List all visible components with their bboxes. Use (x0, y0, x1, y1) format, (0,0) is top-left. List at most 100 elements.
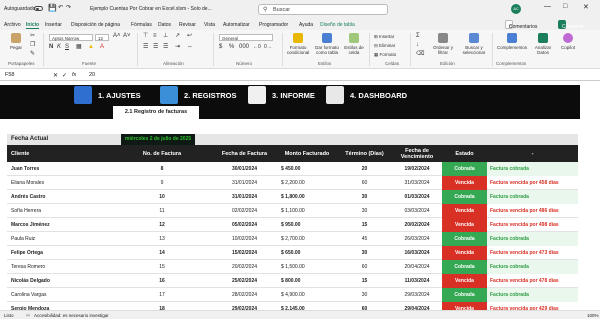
comma-icon[interactable]: 000 (239, 44, 249, 50)
cell-detalle[interactable]: Factura cobrada (487, 260, 578, 274)
cell-cliente[interactable]: Andrés Castro (7, 190, 112, 204)
tab-programador[interactable]: Programador (259, 22, 288, 28)
cell-termino[interactable]: 30 (337, 246, 392, 260)
minimize-icon[interactable]: — (544, 3, 551, 10)
cell-detalle[interactable]: Factura vencida por 458 días (487, 176, 578, 190)
autosave-toggle[interactable] (34, 6, 43, 11)
formula-input[interactable]: 20 (89, 72, 95, 78)
cell-cliente[interactable]: Juan Torres (7, 162, 112, 176)
cell-estado[interactable]: Cobrada (442, 260, 487, 274)
cell-vencimiento[interactable]: 26/03/2024 (392, 232, 442, 246)
tab-datos[interactable]: Datos (158, 22, 171, 28)
cell-factura[interactable]: 10 (112, 190, 212, 204)
tab-disposicion[interactable]: Disposición de página (71, 22, 120, 28)
table-row[interactable]: Teresa Romero 15 20/02/2024 $ 1,500.00 60 20/… (7, 260, 578, 274)
copilot-button[interactable]: Copilot (557, 33, 579, 50)
fill-color-icon[interactable]: ▲ (88, 44, 94, 50)
cell-estado[interactable]: Cobrada (442, 162, 487, 176)
table-row[interactable]: Eliana Morales 9 31/01/2024 $ 2,200.00 60 31/… (7, 176, 578, 190)
table-row[interactable]: Nicolás Delgado 16 25/02/2024 $ 800.00 15 11/… (7, 274, 578, 288)
tab-automatizar[interactable]: Automatizar (223, 22, 250, 28)
cell-cliente[interactable]: Nicolás Delgado (7, 274, 112, 288)
table-row[interactable]: Andrés Castro 10 31/01/2024 $ 1,800.00 30 01/… (7, 190, 578, 204)
cell-monto[interactable]: $ 2,200.00 (277, 176, 337, 190)
cancel-icon[interactable]: ✕ (53, 72, 58, 79)
table-row[interactable]: Marcos Jiménez 12 05/02/2024 $ 950.00 15 20/0… (7, 218, 578, 232)
currency-icon[interactable]: $ (219, 44, 222, 50)
cell-termino[interactable]: 30 (337, 204, 392, 218)
cell-fecha[interactable]: 31/01/2024 (212, 190, 277, 204)
fill-icon[interactable]: ↓ (416, 42, 419, 48)
table-row[interactable]: Carolina Vargas 17 28/02/2024 $ 4,900.00 30 2… (7, 288, 578, 302)
header-estado[interactable]: Estado (442, 145, 487, 162)
bold-icon[interactable]: N (49, 44, 53, 50)
cell-cliente[interactable]: Eliana Morales (7, 176, 112, 190)
enter-icon[interactable]: ✓ (62, 72, 67, 79)
indent-icon[interactable]: ⇥ (175, 44, 180, 50)
sort-filter-button[interactable]: Ordenar y filtrar (430, 33, 456, 55)
header-factura[interactable]: No. de Factura (112, 145, 212, 162)
cell-monto[interactable]: $ 650.00 (277, 246, 337, 260)
tab-inicio[interactable]: Inicio (26, 22, 40, 29)
cell-monto[interactable]: $ 4,900.00 (277, 288, 337, 302)
clear-icon[interactable]: ⌫ (416, 51, 424, 57)
cell-monto[interactable]: $ 1,500.00 (277, 260, 337, 274)
table-row[interactable]: Juan Torres 8 30/01/2024 $ 450.00 20 19/02/20… (7, 162, 578, 176)
user-avatar[interactable]: AC (511, 4, 521, 14)
close-icon[interactable]: ✕ (583, 3, 589, 11)
cell-estado[interactable]: Cobrada (442, 232, 487, 246)
cell-vencimiento[interactable]: 11/03/2024 (392, 274, 442, 288)
cell-factura[interactable]: 12 (112, 218, 212, 232)
format-table-button[interactable]: Dar formato como tabla (313, 33, 341, 55)
italic-icon[interactable]: K (57, 44, 61, 50)
cell-estado[interactable]: Vencida (442, 218, 487, 232)
tab-vista[interactable]: Vista (204, 22, 215, 28)
cell-vencimiento[interactable]: 29/03/2024 (392, 288, 442, 302)
fx-label[interactable]: fx (72, 72, 76, 78)
cell-termino[interactable]: 30 (337, 288, 392, 302)
orientation-icon[interactable]: ↗ (175, 33, 180, 39)
header-monto[interactable]: Monto Facturado (277, 145, 337, 162)
tab-diseno-tabla[interactable]: Diseño de tabla (320, 22, 355, 28)
cell-monto[interactable]: $ 2,700.00 (277, 232, 337, 246)
increase-decimal-icon[interactable]: ←0 (253, 45, 261, 50)
decrease-decimal-icon[interactable]: 0→ (264, 45, 272, 50)
maximize-icon[interactable]: □ (563, 3, 567, 10)
cell-fecha[interactable]: 25/02/2024 (212, 274, 277, 288)
cell-monto[interactable]: $ 950.00 (277, 218, 337, 232)
cell-cliente[interactable]: Sofía Herrera (7, 204, 112, 218)
cell-termino[interactable]: 60 (337, 260, 392, 274)
cell-estado[interactable]: Vencida (442, 246, 487, 260)
delete-cells-button[interactable]: ⊟ Eliminar (374, 43, 395, 48)
align-bottom-icon[interactable]: ⊥ (163, 33, 168, 39)
search-box[interactable]: ⚲ Buscar (258, 4, 388, 15)
cell-termino[interactable]: 30 (337, 190, 392, 204)
paste-button[interactable]: Pegar (6, 33, 26, 50)
cell-detalle[interactable]: Factura cobrada (487, 232, 578, 246)
cell-factura[interactable]: 13 (112, 232, 212, 246)
cell-factura[interactable]: 15 (112, 260, 212, 274)
cell-estado[interactable]: Vencida (442, 274, 487, 288)
cell-monto[interactable]: $ 800.00 (277, 274, 337, 288)
cell-monto[interactable]: $ 1,800.00 (277, 190, 337, 204)
undo-icon[interactable]: ↶ (58, 4, 63, 11)
autosum-icon[interactable]: Σ (416, 33, 420, 39)
insert-cells-button[interactable]: ⊞ Insertar (374, 34, 394, 39)
cell-vencimiento[interactable]: 31/03/2024 (392, 176, 442, 190)
cell-monto[interactable]: $ 1,100.00 (277, 204, 337, 218)
cell-detalle[interactable]: Factura cobrada (487, 190, 578, 204)
cell-vencimiento[interactable]: 20/04/2024 (392, 260, 442, 274)
tab-archivo[interactable]: Archivo (4, 22, 21, 28)
cell-fecha[interactable]: 31/01/2024 (212, 176, 277, 190)
cut-icon[interactable]: ✂ (30, 33, 35, 39)
cell-factura[interactable]: 16 (112, 274, 212, 288)
header-termino[interactable]: Término (Días) (337, 145, 392, 162)
cell-fecha[interactable]: 05/02/2024 (212, 218, 277, 232)
percent-icon[interactable]: % (229, 44, 234, 50)
format-cells-button[interactable]: ▦ Formato (374, 52, 396, 57)
underline-icon[interactable]: S (65, 44, 69, 50)
cell-termino[interactable]: 45 (337, 232, 392, 246)
shrink-font-icon[interactable]: A˅ (123, 33, 131, 39)
cell-cliente[interactable]: Marcos Jiménez (7, 218, 112, 232)
number-format-select[interactable]: General (219, 34, 273, 41)
